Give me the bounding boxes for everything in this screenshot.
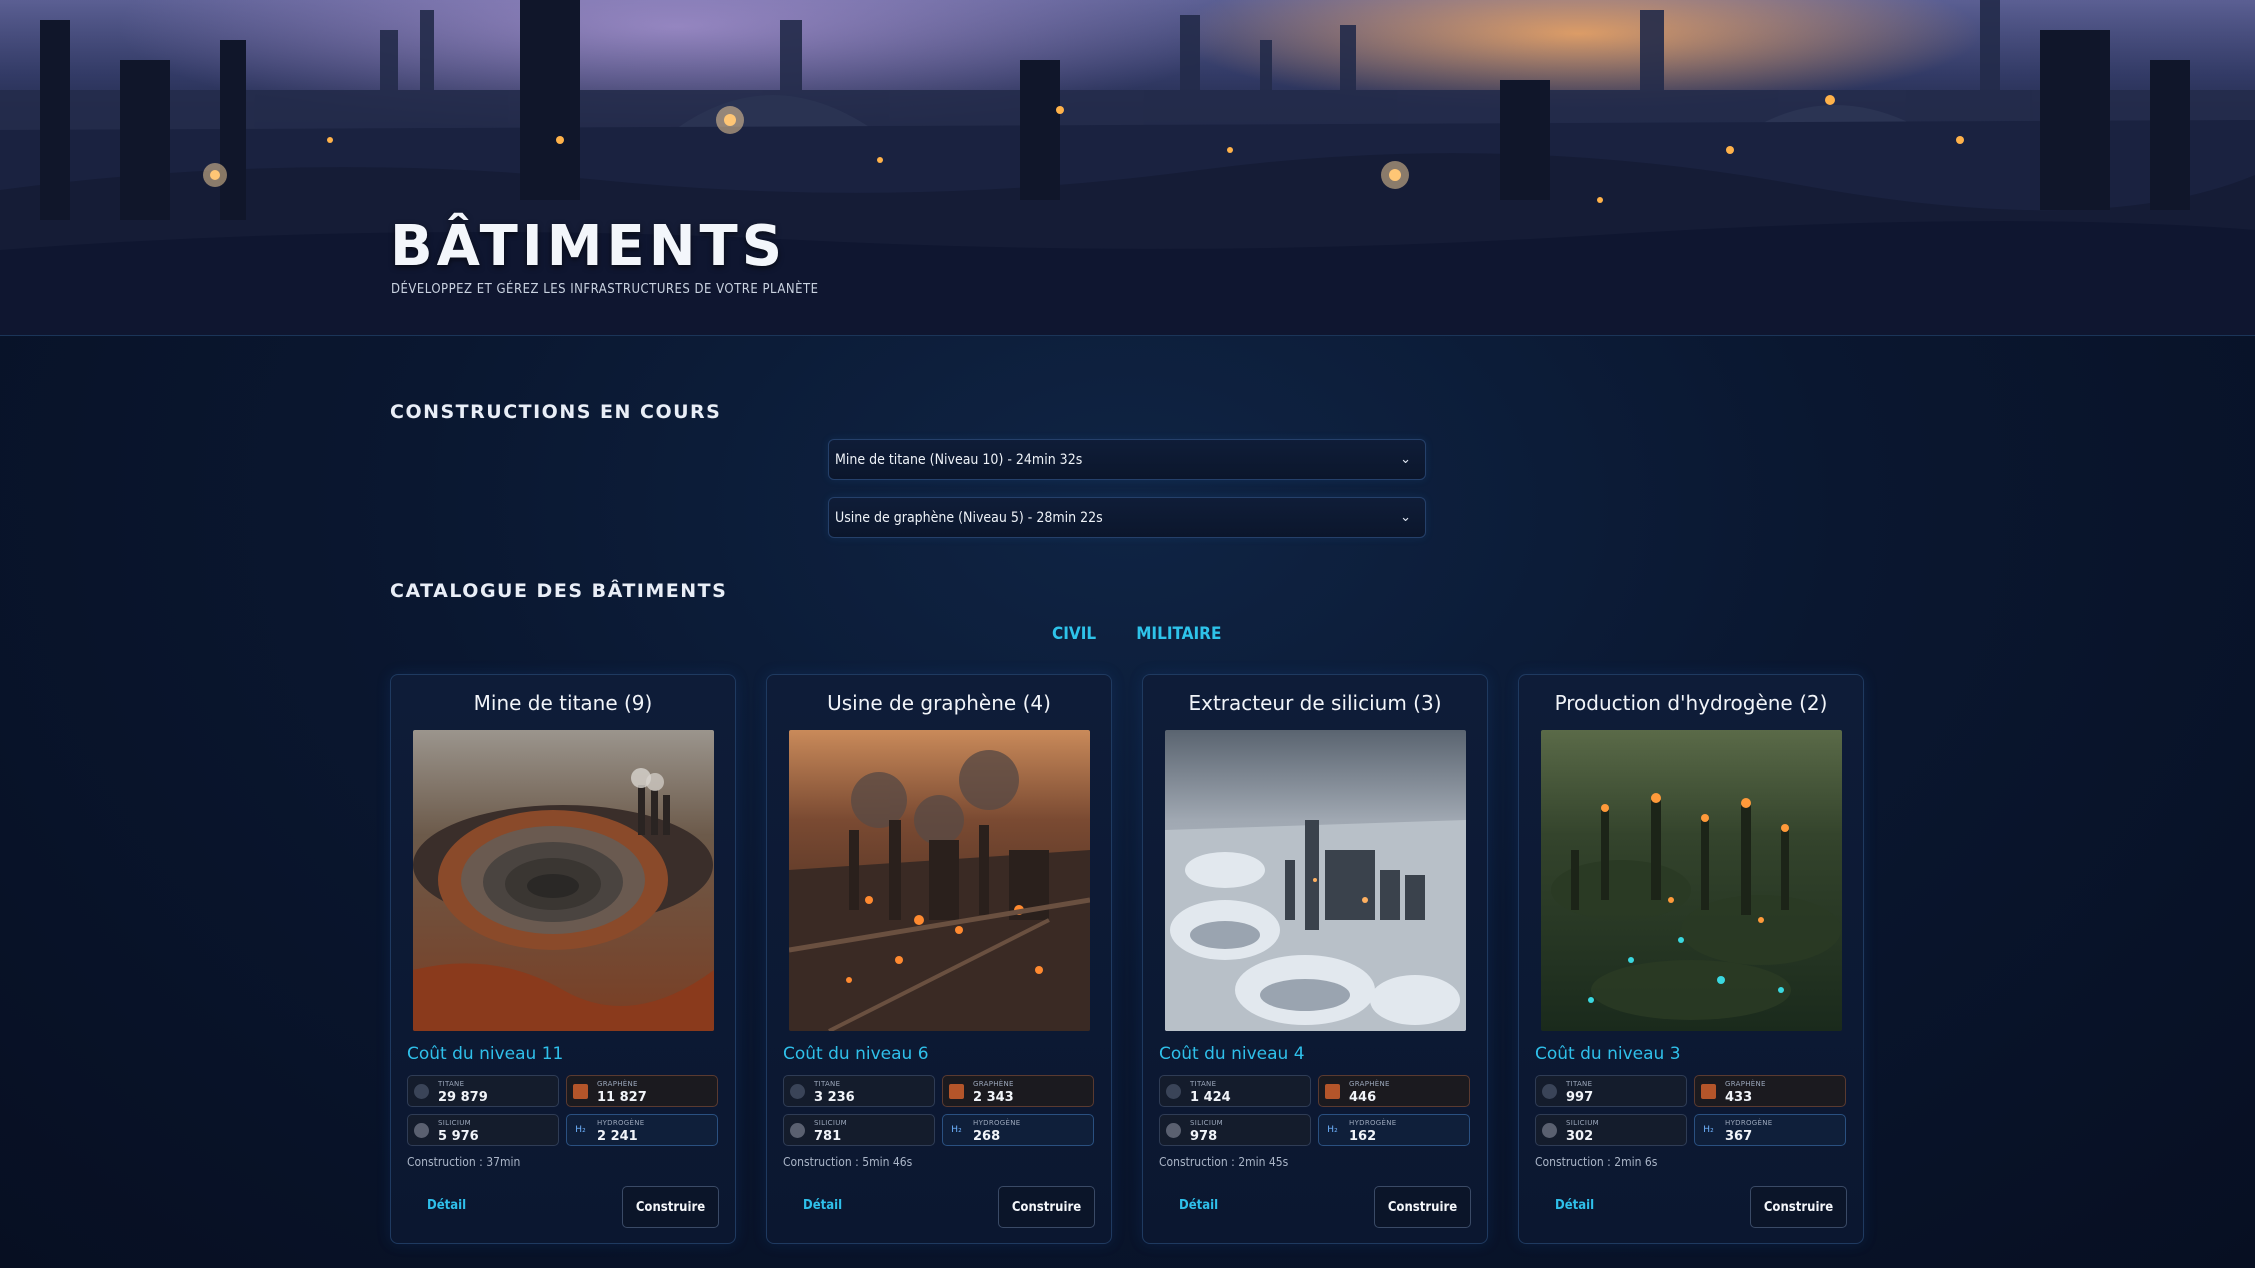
cost-hydrogen: H₂ HYDROGÈNE 367 (1694, 1114, 1846, 1146)
graphene-factory-image (789, 730, 1090, 1031)
cost-hydrogen: H₂ HYDROGÈNE 162 (1318, 1114, 1470, 1146)
hydrogen-icon: H₂ (1703, 1125, 1714, 1135)
detail-button[interactable]: Détail (803, 1198, 842, 1213)
build-button[interactable]: Construire (622, 1186, 719, 1228)
building-card-hydrogen-plant: Production d'hydrogène (2) Coût du nivea… (1518, 674, 1864, 1244)
detail-button[interactable]: Détail (1179, 1198, 1218, 1213)
silicon-extractor-image (1165, 730, 1466, 1031)
card-title: Extracteur de silicium (3) (1188, 691, 1442, 715)
graphene-icon (949, 1084, 964, 1099)
titanium-mine-image (413, 730, 714, 1031)
cost-graphene: GRAPHÈNE 433 (1694, 1075, 1846, 1107)
page-title: BÂTIMENTS (390, 214, 787, 279)
building-card-graphene-factory: Usine de graphène (4) Coût du niveau 6 T… (766, 674, 1112, 1244)
titanium-icon (414, 1084, 429, 1099)
detail-button[interactable]: Détail (1555, 1198, 1594, 1213)
silicon-icon (1166, 1123, 1181, 1138)
construction-time: Construction : 5min 46s (783, 1155, 913, 1169)
construction-time: Construction : 2min 6s (1535, 1155, 1658, 1169)
tab-civil[interactable]: CIVIL (1052, 624, 1096, 644)
cost-titanium: TITANE 29 879 (407, 1075, 559, 1107)
hydrogen-icon: H₂ (1327, 1125, 1338, 1135)
build-button[interactable]: Construire (998, 1186, 1095, 1228)
card-title: Usine de graphène (4) (827, 691, 1051, 715)
queue-item-titanium-mine[interactable]: Mine de titane (Niveau 10) - 24min 32s ⌄ (828, 439, 1426, 480)
cost-titanium: TITANE 997 (1535, 1075, 1687, 1107)
card-title: Mine de titane (9) (473, 691, 653, 715)
construction-time: Construction : 2min 45s (1159, 1155, 1289, 1169)
titanium-icon (1542, 1084, 1557, 1099)
cost-silicon: SILICIUM 302 (1535, 1114, 1687, 1146)
silicon-icon (414, 1123, 429, 1138)
cost-hydrogen: H₂ HYDROGÈNE 2 241 (566, 1114, 718, 1146)
cost-title: Coût du niveau 6 (783, 1044, 929, 1064)
cost-graphene: GRAPHÈNE 446 (1318, 1075, 1470, 1107)
hydrogen-plant-image (1541, 730, 1842, 1031)
graphene-icon (1325, 1084, 1340, 1099)
titanium-icon (790, 1084, 805, 1099)
silicon-icon (1542, 1123, 1557, 1138)
cost-silicon: SILICIUM 5 976 (407, 1114, 559, 1146)
page-subtitle: DÉVELOPPEZ ET GÉREZ LES INFRASTRUCTURES … (391, 282, 819, 297)
graphene-icon (1701, 1084, 1716, 1099)
cost-titanium: TITANE 1 424 (1159, 1075, 1311, 1107)
graphene-icon (573, 1084, 588, 1099)
catalogue-title: CATALOGUE DES BÂTIMENTS (390, 580, 728, 602)
cost-graphene: GRAPHÈNE 2 343 (942, 1075, 1094, 1107)
detail-button[interactable]: Détail (427, 1198, 466, 1213)
hero-banner: BÂTIMENTS DÉVELOPPEZ ET GÉREZ LES INFRAS… (0, 0, 2255, 336)
chevron-down-icon: ⌄ (1400, 452, 1411, 467)
build-button[interactable]: Construire (1374, 1186, 1471, 1228)
industrial-city-illustration (0, 0, 2255, 335)
cost-titanium: TITANE 3 236 (783, 1075, 935, 1107)
queue-item-label: Usine de graphène (Niveau 5) - 28min 22s (835, 509, 1103, 526)
queue-item-graphene-factory[interactable]: Usine de graphène (Niveau 5) - 28min 22s… (828, 497, 1426, 538)
titanium-icon (1166, 1084, 1181, 1099)
catalogue-tabs: CIVIL MILITAIRE (1052, 624, 1221, 644)
building-card-silicon-extractor: Extracteur de silicium (3) Coût du nivea… (1142, 674, 1488, 1244)
cost-title: Coût du niveau 11 (407, 1044, 564, 1064)
queue-item-label: Mine de titane (Niveau 10) - 24min 32s (835, 451, 1083, 468)
build-button[interactable]: Construire (1750, 1186, 1847, 1228)
construction-queue-title: CONSTRUCTIONS EN COURS (390, 401, 722, 423)
hydrogen-icon: H₂ (951, 1125, 962, 1135)
cost-title: Coût du niveau 3 (1535, 1044, 1681, 1064)
cost-graphene: GRAPHÈNE 11 827 (566, 1075, 718, 1107)
silicon-icon (790, 1123, 805, 1138)
cost-title: Coût du niveau 4 (1159, 1044, 1305, 1064)
construction-time: Construction : 37min (407, 1155, 521, 1169)
cost-hydrogen: H₂ HYDROGÈNE 268 (942, 1114, 1094, 1146)
cost-silicon: SILICIUM 978 (1159, 1114, 1311, 1146)
cost-silicon: SILICIUM 781 (783, 1114, 935, 1146)
chevron-down-icon: ⌄ (1400, 510, 1411, 525)
tab-militaire[interactable]: MILITAIRE (1136, 624, 1221, 644)
building-card-titanium-mine: Mine de titane (9) Coût du niveau 11 TIT… (390, 674, 736, 1244)
card-title: Production d'hydrogène (2) (1554, 691, 1828, 715)
hydrogen-icon: H₂ (575, 1125, 586, 1135)
